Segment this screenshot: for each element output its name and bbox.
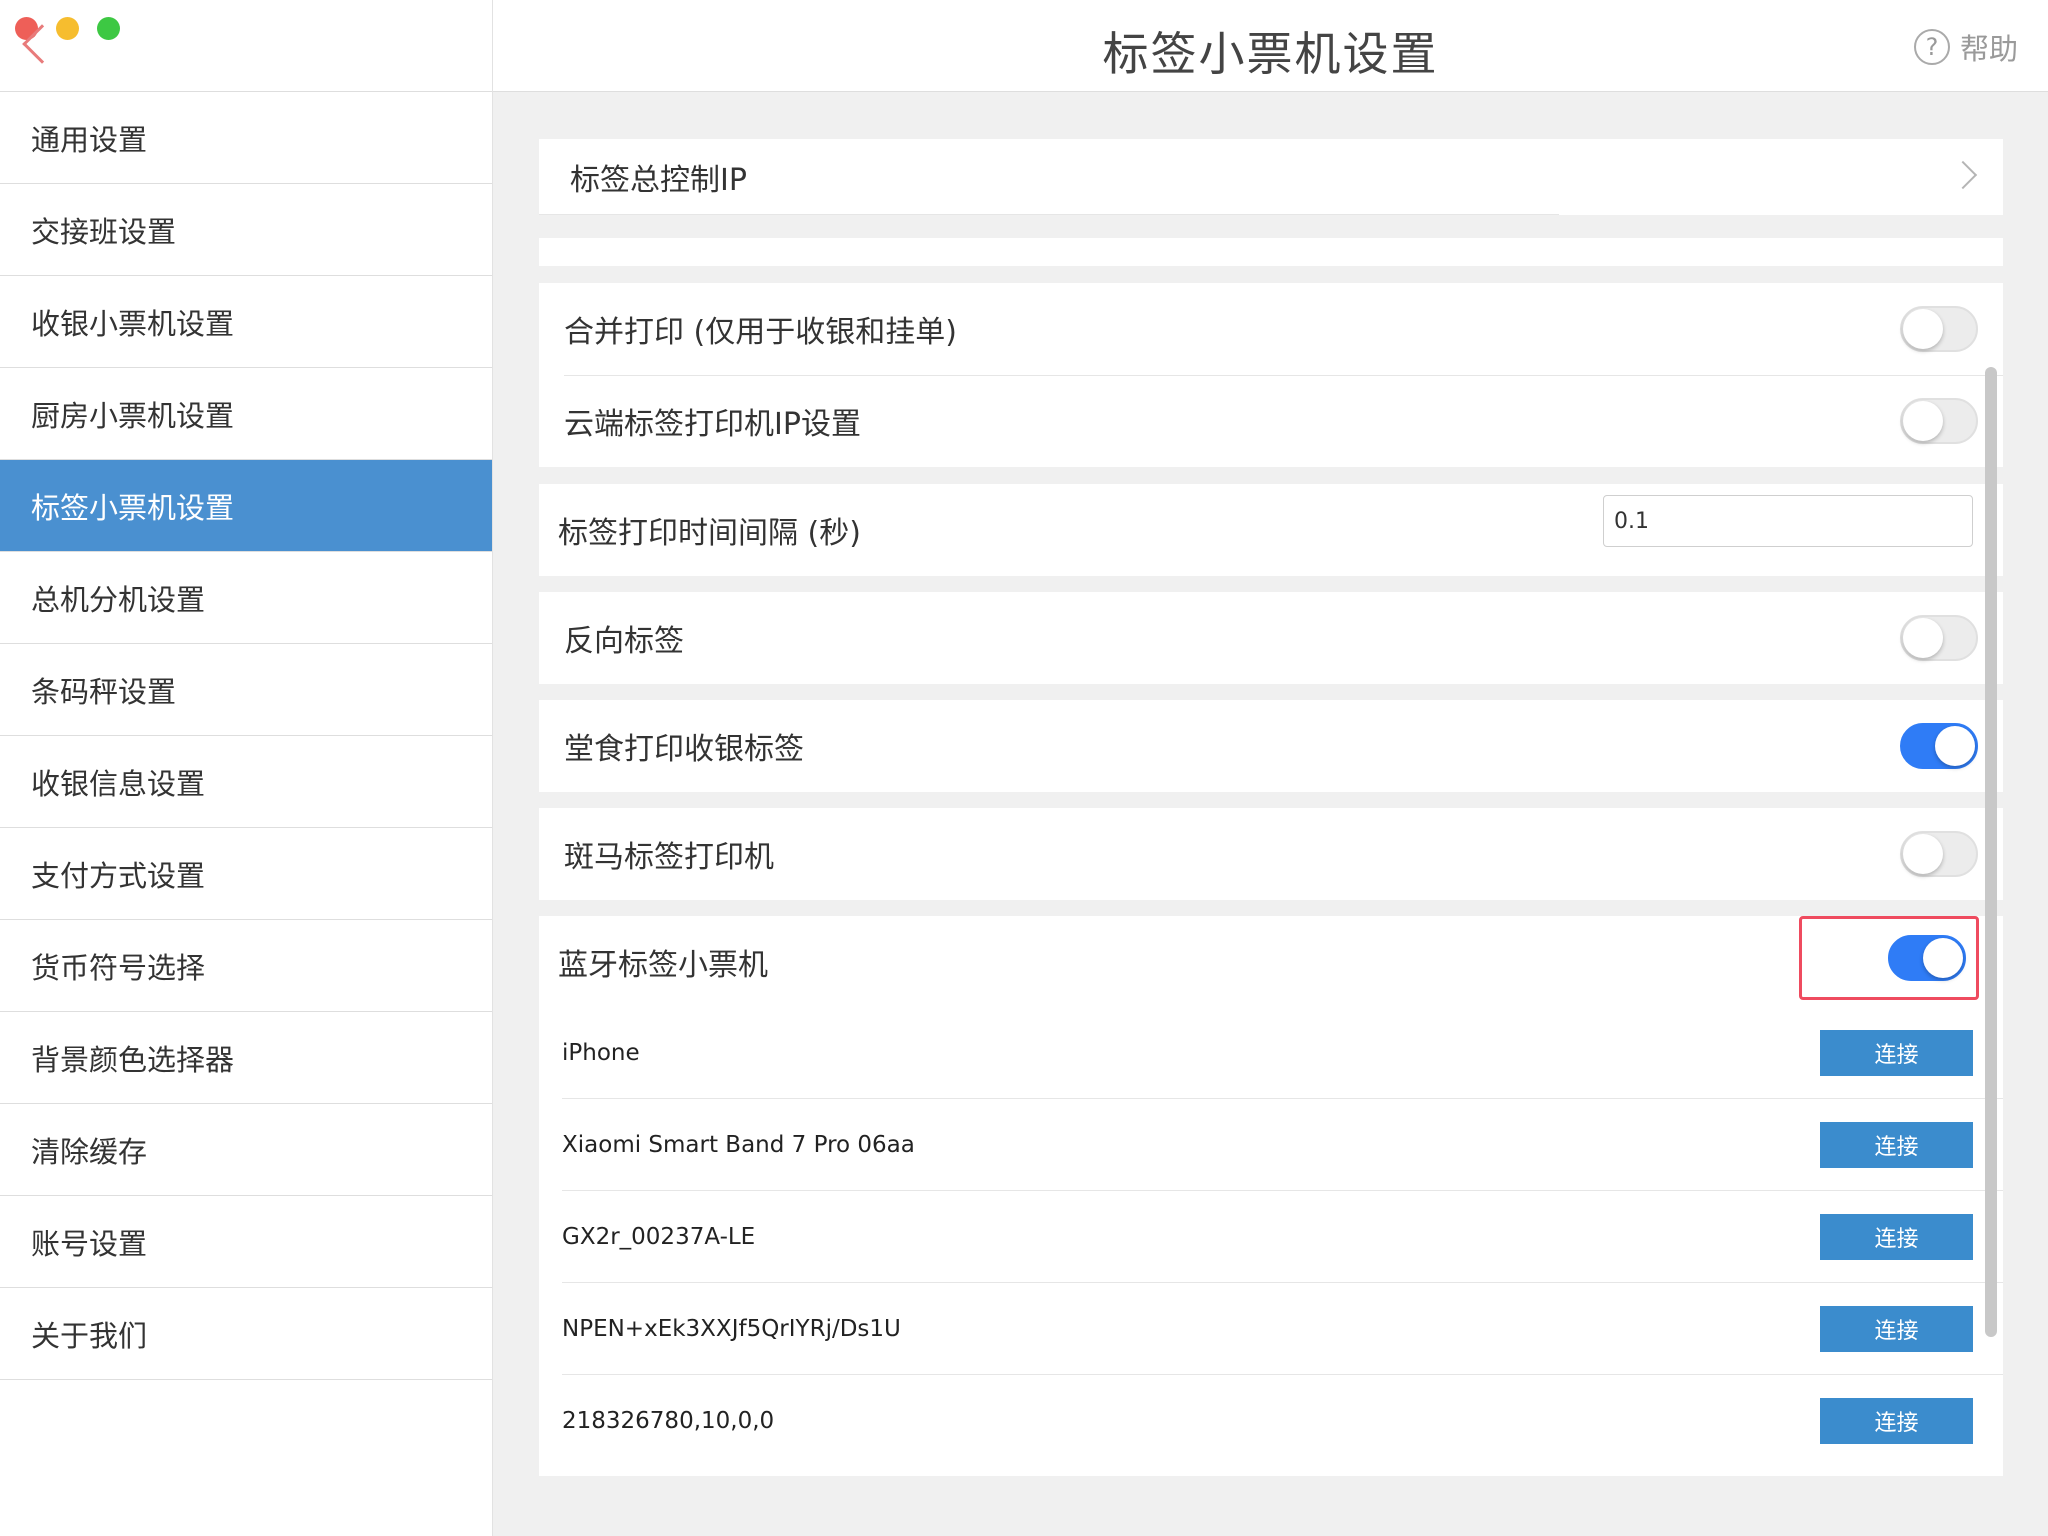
device-name: GX2r_00237A-LE <box>562 1224 756 1250</box>
sidebar-item-label: 收银小票机设置 <box>31 306 235 341</box>
bluetooth-panel: 蓝牙标签小票机 iPhone 连接 Xiaomi Smart Band 7 Pr… <box>539 916 2003 1476</box>
toggle-knob <box>1903 309 1943 349</box>
sidebar-item-label: 支付方式设置 <box>31 858 206 893</box>
cloud-ip-toggle[interactable] <box>1900 398 1978 444</box>
sidebar-item-general[interactable]: 通用设置 <box>0 92 492 184</box>
toggle-knob <box>1903 834 1943 874</box>
toggle-knob <box>1903 401 1943 441</box>
device-name: iPhone <box>562 1040 640 1066</box>
device-row: Xiaomi Smart Band 7 Pro 06aa <box>539 1116 2003 1174</box>
sidebar-item-currency[interactable]: 货币符号选择 <box>0 920 492 1012</box>
sidebar-item-shift[interactable]: 交接班设置 <box>0 184 492 276</box>
dine-in-toggle[interactable] <box>1900 723 1978 769</box>
divider <box>562 1190 2003 1191</box>
sidebar-item-cashier-printer[interactable]: 收银小票机设置 <box>0 276 492 368</box>
connect-button[interactable]: 连接 <box>1820 1030 1973 1076</box>
settings-content: 标签总控制IP 合并打印 (仅用于收银和挂单) 云端标签打印机IP设置 标签打印… <box>493 92 2048 1536</box>
help-button[interactable]: ? 帮助 <box>1913 26 2018 68</box>
sidebar-item-label: 关于我们 <box>31 1318 148 1353</box>
cloud-ip-label: 云端标签打印机IP设置 <box>564 407 861 442</box>
print-options-panel: 合并打印 (仅用于收银和挂单) 云端标签打印机IP设置 <box>539 283 2003 467</box>
device-row: iPhone <box>539 1024 2003 1082</box>
reverse-panel: 反向标签 <box>539 592 2003 684</box>
sidebar-item-clear-cache[interactable]: 清除缓存 <box>0 1104 492 1196</box>
interval-panel: 标签打印时间间隔 (秒) <box>539 484 2003 576</box>
help-label: 帮助 <box>1959 32 2018 66</box>
bluetooth-label: 蓝牙标签小票机 <box>558 948 768 983</box>
zebra-panel: 斑马标签打印机 <box>539 808 2003 900</box>
interval-input[interactable] <box>1603 495 1973 547</box>
sidebar-item-label: 厨房小票机设置 <box>31 398 235 433</box>
sidebar-item-label-printer[interactable]: 标签小票机设置 <box>0 460 492 552</box>
dine-in-panel: 堂食打印收银标签 <box>539 700 2003 792</box>
master-ip-row[interactable]: 标签总控制IP <box>539 139 2003 215</box>
sidebar-item-label: 收银信息设置 <box>31 766 206 801</box>
master-ip-label: 标签总控制IP <box>570 163 747 198</box>
interval-label: 标签打印时间间隔 (秒) <box>558 516 861 551</box>
toggle-knob <box>1903 618 1943 658</box>
toggle-knob <box>1935 726 1975 766</box>
sidebar-item-label: 背景颜色选择器 <box>31 1042 235 1077</box>
connect-button[interactable]: 连接 <box>1820 1122 1973 1168</box>
divider <box>562 1374 2003 1375</box>
sidebar-item-label: 清除缓存 <box>31 1134 148 1169</box>
device-row: GX2r_00237A-LE <box>539 1208 2003 1266</box>
divider <box>539 214 1559 215</box>
sidebar-item-label: 交接班设置 <box>31 214 177 249</box>
sidebar-item-label: 条码秤设置 <box>31 674 177 709</box>
sidebar-item-label: 标签小票机设置 <box>31 490 235 525</box>
reverse-toggle[interactable] <box>1900 615 1978 661</box>
toggle-knob <box>1923 938 1963 978</box>
connect-button[interactable]: 连接 <box>1820 1214 1973 1260</box>
merge-print-toggle[interactable] <box>1900 306 1978 352</box>
reverse-label: 反向标签 <box>564 624 684 659</box>
device-name: NPEN+xEk3XXJf5QrIYRj/Ds1U <box>562 1316 901 1342</box>
zoom-window-button[interactable] <box>97 17 120 40</box>
divider <box>562 1098 2003 1099</box>
minimize-window-button[interactable] <box>56 17 79 40</box>
sidebar-item-kitchen-printer[interactable]: 厨房小票机设置 <box>0 368 492 460</box>
connect-button[interactable]: 连接 <box>1820 1306 1973 1352</box>
spacer-panel <box>539 238 2003 266</box>
sidebar-item-background-color[interactable]: 背景颜色选择器 <box>0 1012 492 1104</box>
zebra-toggle[interactable] <box>1900 831 1978 877</box>
bluetooth-toggle[interactable] <box>1888 935 1966 981</box>
scrollbar[interactable] <box>1985 367 1997 1337</box>
divider <box>562 1282 2003 1283</box>
zebra-label: 斑马标签打印机 <box>564 840 774 875</box>
device-row: NPEN+xEk3XXJf5QrIYRj/Ds1U <box>539 1300 2003 1358</box>
help-icon: ? <box>1913 29 1950 65</box>
sidebar-item-label: 账号设置 <box>31 1226 148 1261</box>
sidebar-item-payment[interactable]: 支付方式设置 <box>0 828 492 920</box>
dine-in-label: 堂食打印收银标签 <box>564 732 804 767</box>
sidebar-item-label: 通用设置 <box>31 122 148 157</box>
page-title: 标签小票机设置 <box>1102 27 1439 81</box>
sidebar-item-cashier-info[interactable]: 收银信息设置 <box>0 736 492 828</box>
header: 标签小票机设置 ? 帮助 <box>493 0 2048 92</box>
window-titlebar <box>0 0 492 92</box>
device-name: 218326780,10,0,0 <box>562 1408 775 1434</box>
sidebar-item-barcode-scale[interactable]: 条码秤设置 <box>0 644 492 736</box>
sidebar-item-label: 总机分机设置 <box>31 582 206 617</box>
device-name: Xiaomi Smart Band 7 Pro 06aa <box>562 1132 915 1158</box>
merge-print-label: 合并打印 (仅用于收银和挂单) <box>564 315 957 350</box>
sidebar-item-label: 货币符号选择 <box>31 950 206 985</box>
sidebar-item-account[interactable]: 账号设置 <box>0 1196 492 1288</box>
sidebar: 通用设置 交接班设置 收银小票机设置 厨房小票机设置 标签小票机设置 总机分机设… <box>0 0 493 1536</box>
connect-button[interactable]: 连接 <box>1820 1398 1973 1444</box>
sidebar-item-about[interactable]: 关于我们 <box>0 1288 492 1380</box>
sidebar-item-master-slave[interactable]: 总机分机设置 <box>0 552 492 644</box>
device-row: 218326780,10,0,0 <box>539 1392 2003 1450</box>
